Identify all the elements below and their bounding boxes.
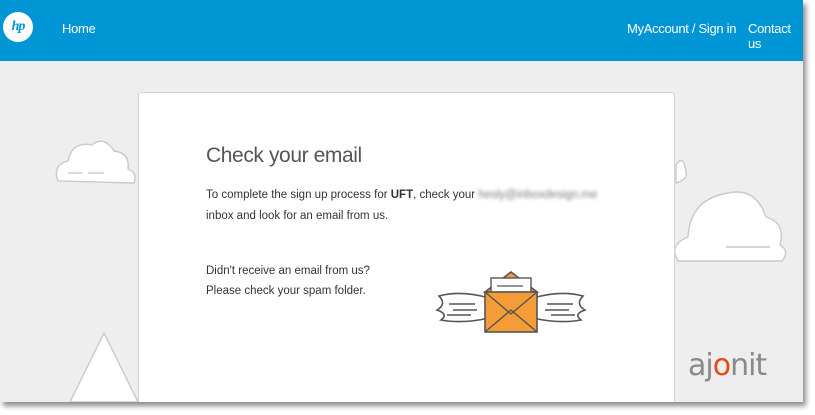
cloud-icon (674, 191, 787, 262)
help-line-2: Please check your spam folder. (206, 285, 366, 297)
cloud-icon (55, 140, 136, 184)
watermark-text-c: nit (730, 348, 767, 383)
watermark-text-a: aj (688, 348, 714, 383)
page-title: Check your email (206, 144, 362, 167)
product-name: UFT (390, 189, 414, 201)
instructions-text: To complete the sign up process for UFT,… (206, 185, 626, 227)
watermark-text-b: o (712, 348, 731, 383)
watermark-logo: ajonit (688, 348, 767, 383)
logo-text: hp (11, 19, 26, 34)
instructions-prefix: To complete the sign up process for (206, 189, 391, 201)
nav-home-link[interactable]: Home (62, 21, 96, 36)
right-wing-icon (532, 292, 587, 323)
nav-myaccount-signin-link[interactable]: MyAccount / Sign in (627, 21, 736, 36)
hp-logo-icon[interactable]: hp (3, 12, 33, 42)
nav-contact-link[interactable]: Contact us (748, 21, 803, 51)
instructions-suffix: inbox and look for an email from us. (206, 210, 389, 222)
winged-envelope-icon (435, 270, 587, 333)
left-wing-icon (435, 292, 490, 323)
spam-help-text: Didn't receive an email from us? Please … (206, 261, 426, 301)
check-email-card: Check your email To complete the sign up… (138, 92, 675, 402)
email-address: hesly@inboxdesign.me (478, 189, 598, 201)
site-header: hp Home MyAccount / Sign in Contact us (0, 0, 803, 61)
cloud-icon (675, 159, 687, 184)
browser-viewport: hp Home MyAccount / Sign in Contact us C… (0, 0, 803, 402)
help-line-1: Didn't receive an email from us? (206, 265, 370, 277)
mountain-icon (69, 331, 139, 402)
instructions-mid: , check your (413, 189, 479, 201)
